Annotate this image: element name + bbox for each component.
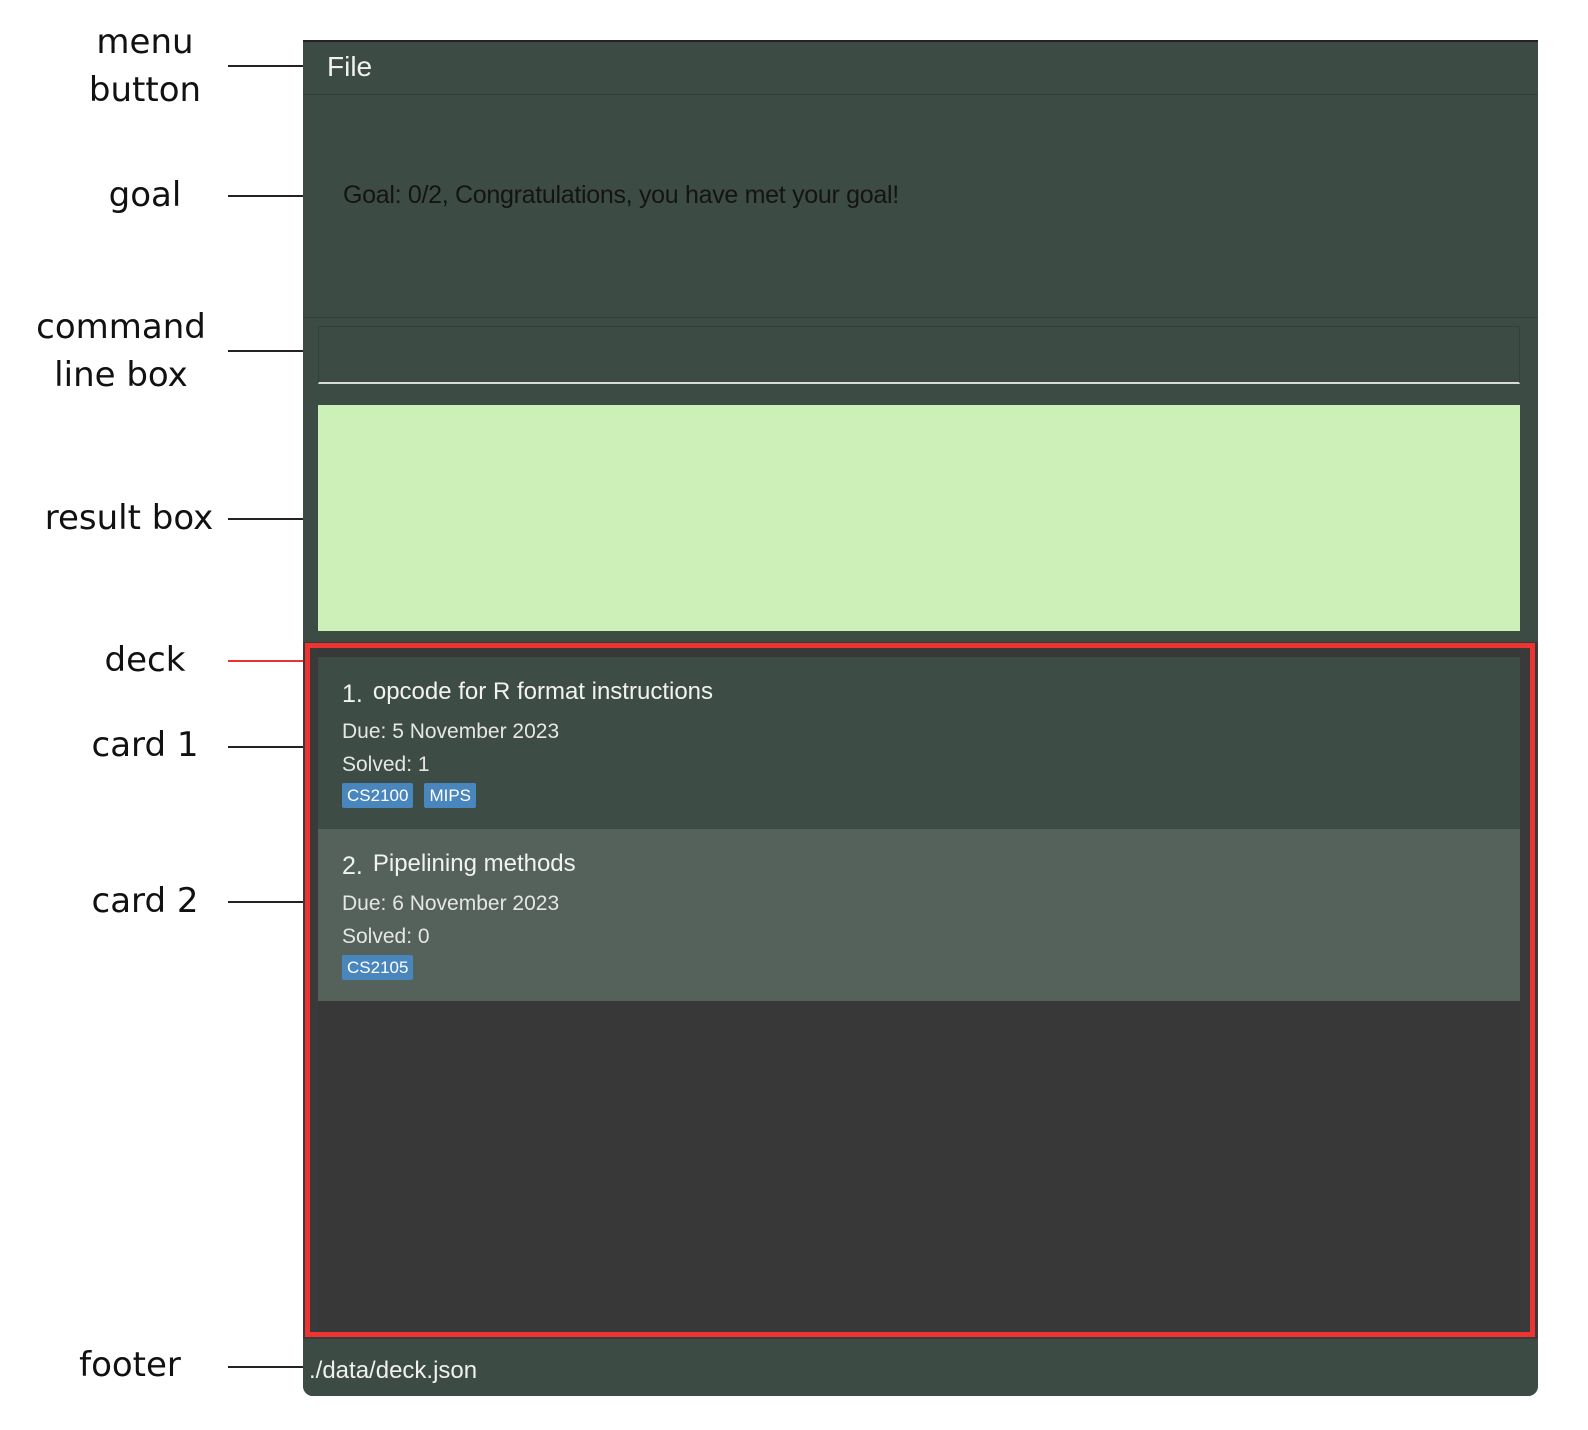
card-title: 2. Pipelining methods <box>342 849 576 880</box>
card-question: opcode for R format instructions <box>372 678 714 705</box>
footer: ./data/deck.json <box>303 1348 1538 1396</box>
card-1[interactable]: 1. opcode for R format instructions Due: … <box>318 657 1520 829</box>
tag-badge: CS2100 <box>342 783 414 808</box>
card-solved-count: Solved: 1 <box>342 753 430 776</box>
command-line-box[interactable] <box>318 326 1520 384</box>
card-due-date: Due: 6 November 2023 <box>342 892 560 915</box>
card-index: 1. <box>342 680 363 708</box>
card-tags: CS2105 <box>342 955 414 980</box>
card-solved-count: Solved: 0 <box>342 925 430 948</box>
annotation-footer: footer <box>79 1345 181 1385</box>
card-question: Pipelining methods <box>372 850 576 877</box>
goal-panel: Goal: 0/2, Congratulations, you have met… <box>303 95 1538 318</box>
annotation-card-2: card 2 <box>91 881 199 921</box>
footer-file-path: ./data/deck.json <box>309 1357 478 1384</box>
menu-bar: File <box>303 42 1538 95</box>
card-due-date: Due: 5 November 2023 <box>342 720 560 743</box>
goal-text: Goal: 0/2, Congratulations, you have met… <box>343 181 899 209</box>
tag-badge: CS2105 <box>342 955 414 980</box>
card-tags: CS2100 MIPS <box>342 783 476 808</box>
annotation-menu-button: menu button <box>88 22 202 110</box>
annotation-card-1: card 1 <box>91 725 199 765</box>
annotation-deck: deck <box>104 640 186 680</box>
file-menu-button[interactable]: File <box>327 50 372 84</box>
card-title: 1. opcode for R format instructions <box>342 677 714 708</box>
leader-deck <box>228 660 306 662</box>
annotation-command-line-box: command line box <box>36 307 206 395</box>
annotation-result-box: result box <box>44 498 214 538</box>
result-box <box>318 405 1520 631</box>
card-index: 2. <box>342 852 363 880</box>
card-2[interactable]: 2. Pipelining methods Due: 6 November 202… <box>318 829 1520 1001</box>
tag-badge: MIPS <box>424 783 476 808</box>
app-window: File Goal: 0/2, Congratulations, you hav… <box>303 40 1538 1396</box>
annotation-goal: goal <box>108 175 182 215</box>
